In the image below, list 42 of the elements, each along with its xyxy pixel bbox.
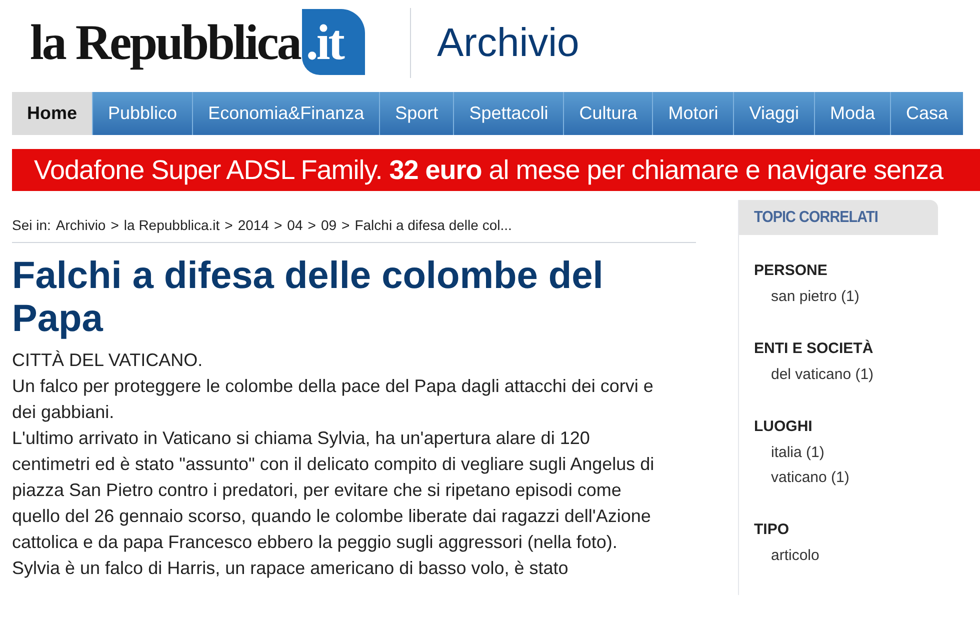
- topic-heading: ENTI E SOCIETÀ: [754, 338, 874, 359]
- breadcrumb-separator: >: [308, 216, 316, 235]
- nav-tab[interactable]: Pubblico: [92, 92, 192, 135]
- topic-link[interactable]: articolo: [754, 543, 938, 568]
- nav-tab[interactable]: Sport: [379, 92, 454, 135]
- topic-link[interactable]: vaticano (1): [754, 465, 938, 490]
- nav-tab[interactable]: Motori: [652, 92, 734, 135]
- breadcrumb-separator: >: [110, 216, 119, 235]
- topic-heading: PERSONE: [754, 261, 828, 281]
- breadcrumb-link[interactable]: 2014: [238, 215, 269, 236]
- nav-tab[interactable]: Economia&Finanza: [192, 92, 380, 135]
- sidebar-title: TOPIC CORRELATI: [754, 208, 878, 228]
- breadcrumb-separator: >: [342, 216, 350, 235]
- article-paragraph: Sylvia è un falco di Harris, un rapace americano di basso volo, è stato: [12, 557, 570, 580]
- article-title: Falchi a difesa delle colombe del Papa: [12, 255, 604, 341]
- topic-link[interactable]: san pietro (1): [754, 284, 938, 309]
- logo-text: la Repubblica: [30, 17, 300, 72]
- nav-tab[interactable]: Home: [12, 92, 92, 135]
- breadcrumb-link[interactable]: 09: [320, 215, 337, 236]
- article-paragraph: Un falco per proteggere le colombe della pace del Papa dagli attacchi dei corvi e dei gabbiani.: [12, 375, 654, 424]
- topic-heading: LUOGHI: [754, 417, 814, 437]
- breadcrumb-link[interactable]: 04: [287, 215, 303, 236]
- nav-tab[interactable]: Spettacoli: [453, 92, 564, 135]
- nav-tab[interactable]: Casa: [890, 92, 964, 135]
- section-title: Archivio: [437, 20, 580, 67]
- breadcrumb-link[interactable]: la Repubblica.it: [124, 215, 220, 236]
- topic-heading: TIPO: [754, 520, 790, 540]
- breadcrumb-label: Sei in:: [12, 216, 51, 235]
- nav-tab[interactable]: Cultura: [563, 92, 652, 135]
- nav-tab[interactable]: Moda: [814, 92, 890, 135]
- topic-link[interactable]: italia (1): [754, 440, 938, 465]
- site-logo[interactable]: la Repubblica.it: [30, 9, 390, 77]
- breadcrumb-link[interactable]: Archivio: [56, 215, 106, 236]
- breadcrumb-separator: >: [224, 216, 233, 235]
- breadcrumb-link[interactable]: Falchi a difesa delle col...: [354, 215, 512, 236]
- ad-banner[interactable]: Vodafone Super ADSL Family. 32 euro al mese per chiamare e navigare senza: [12, 149, 980, 191]
- article-paragraph: CITTÀ DEL VATICANO.: [12, 349, 204, 372]
- article-paragraph: L'ultimo arrivato in Vaticano si chiama Sylvia, ha un'apertura alare di 120 centimetri ed è stato "assunto" con il delicato compito di vegliare sugli Angelus di piazza San Pietro contro i predatori, per evitare che si ripetano episodi come quello del 26 gennaio scorso, quando le colombe liberate dai ragazzi dell'Azione cattolica e da papa Francesco ebbero la peggio sugli aggressori (nella foto).: [12, 427, 656, 554]
- breadcrumb-separator: >: [274, 216, 282, 235]
- logo-suffix: .it: [302, 9, 365, 75]
- nav-tab[interactable]: Viaggi: [733, 92, 814, 135]
- topic-link[interactable]: del vaticano (1): [754, 362, 938, 387]
